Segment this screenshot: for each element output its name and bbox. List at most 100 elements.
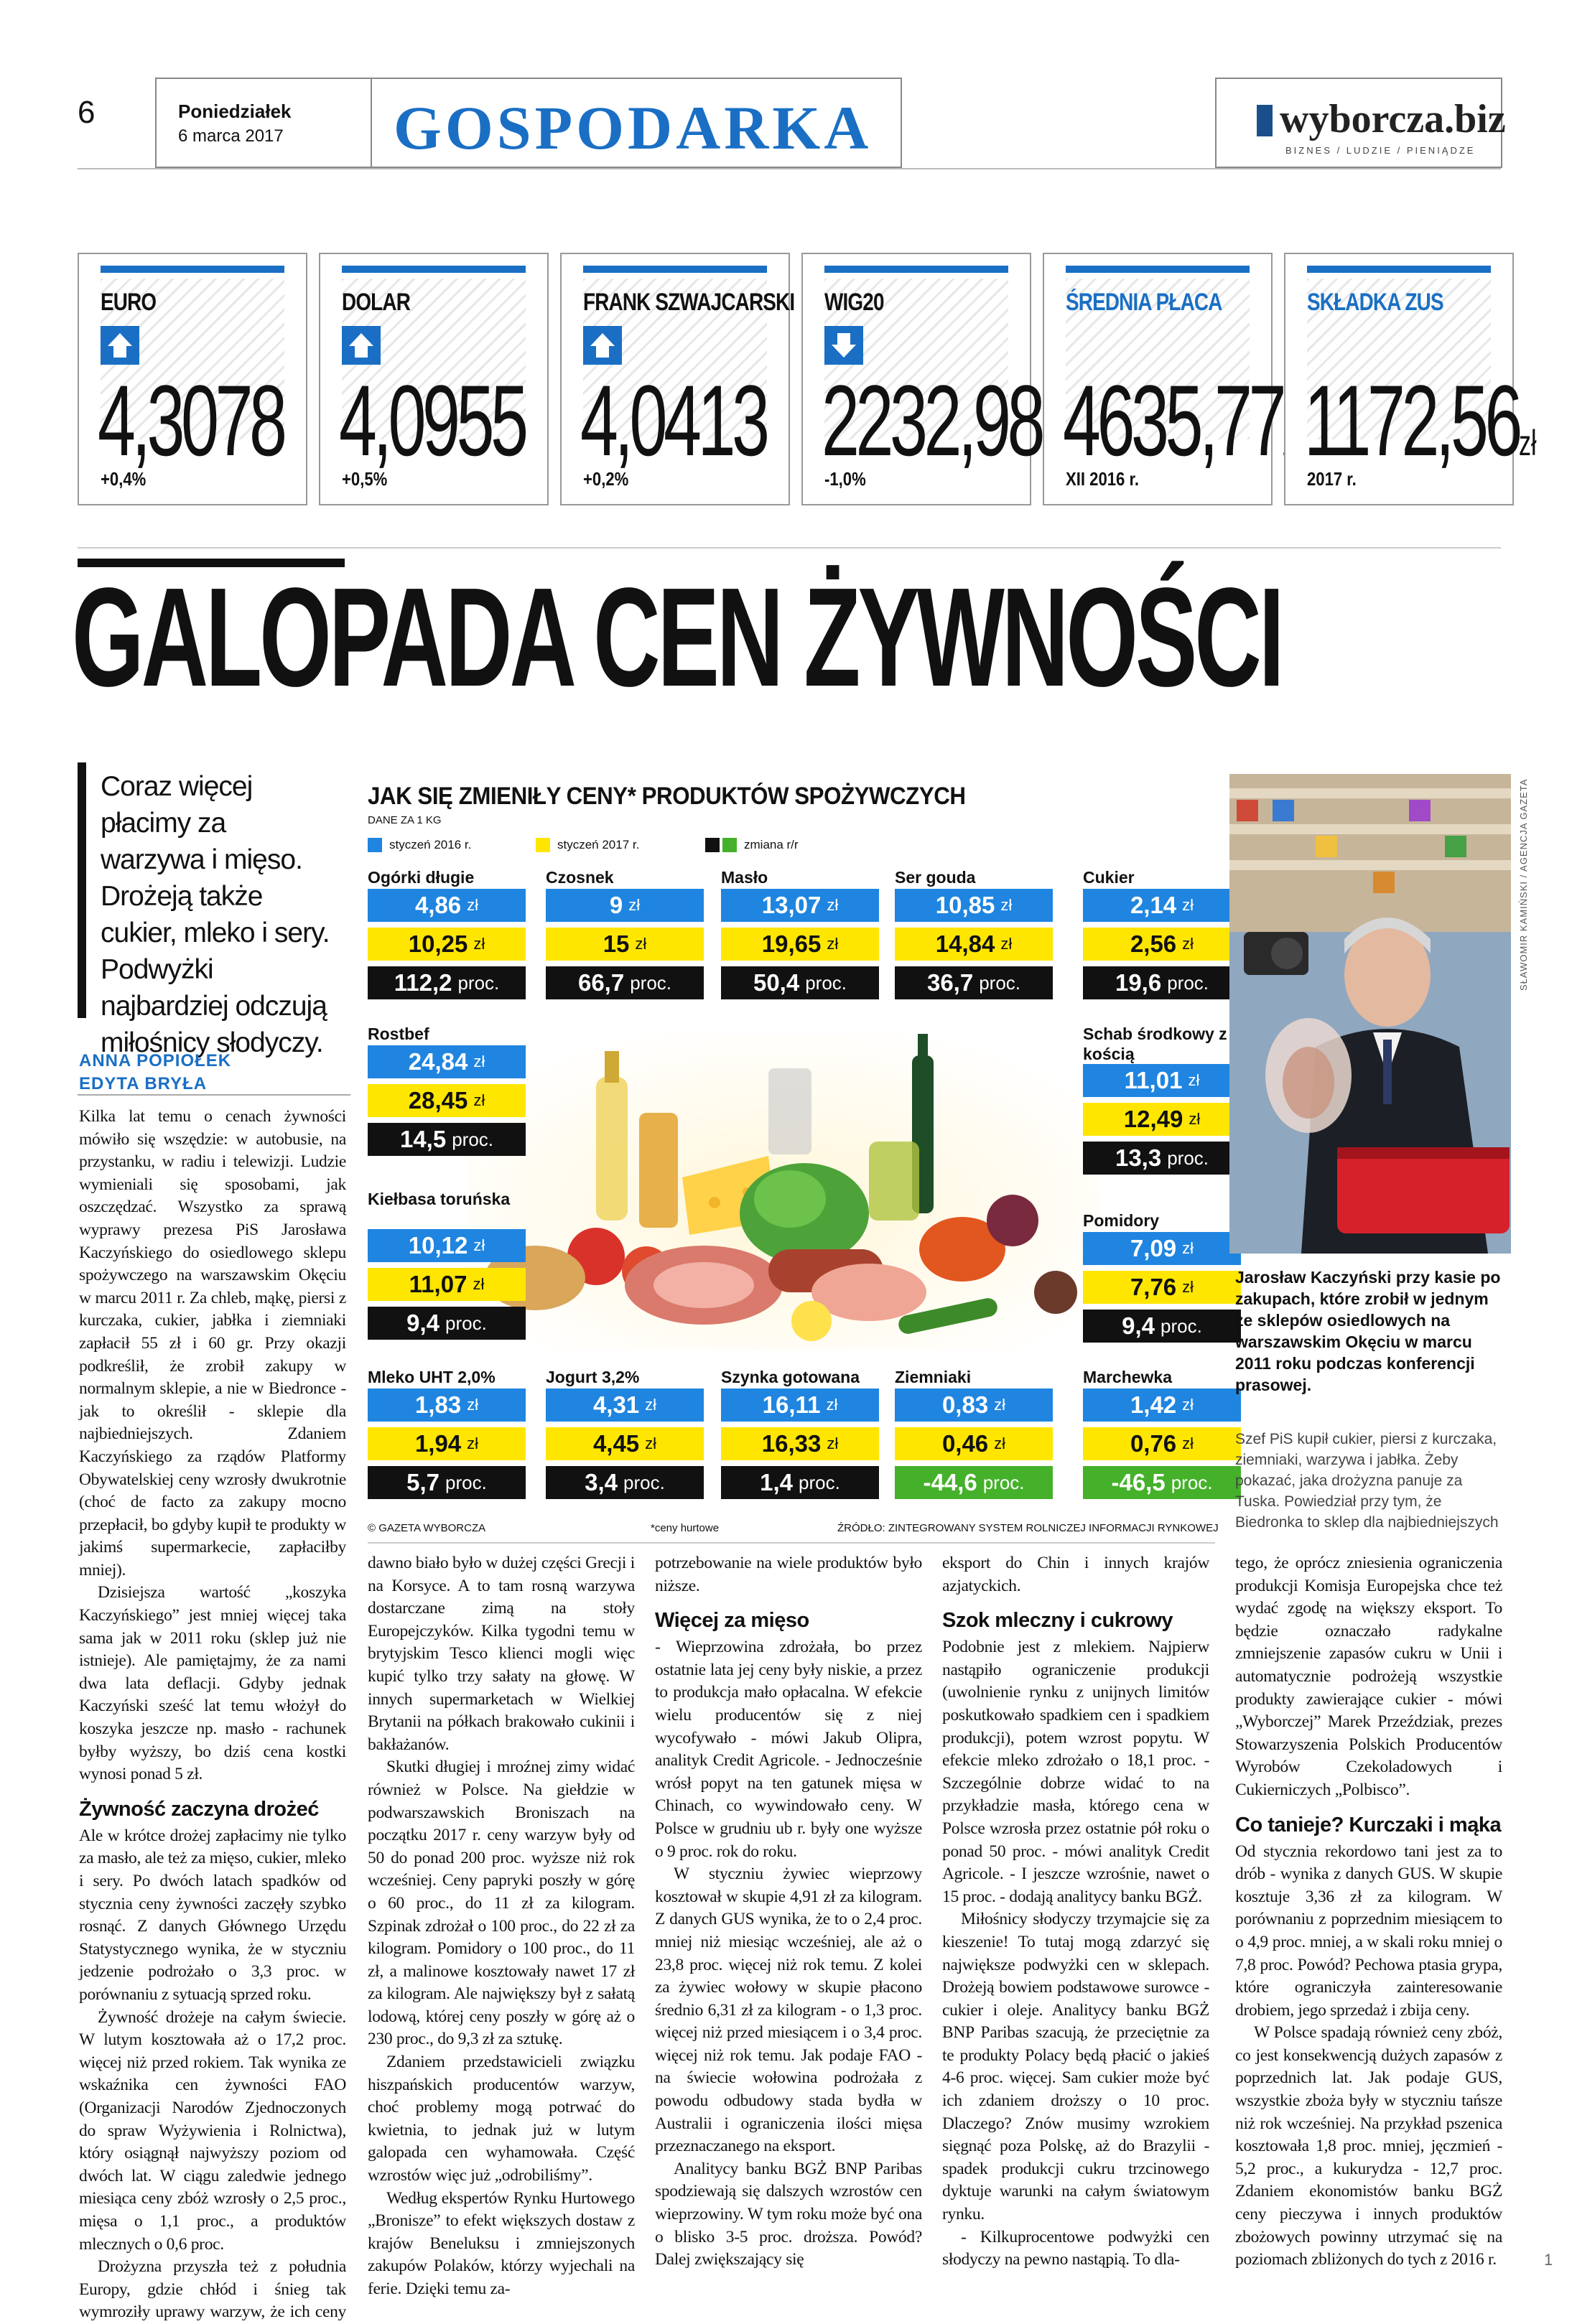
- percent-label: proc.: [452, 1128, 494, 1150]
- percent-label: proc.: [805, 971, 847, 994]
- card-accent-bar: [1307, 266, 1491, 273]
- currency-label: zł: [473, 1091, 485, 1109]
- price-2016: 4,86: [414, 892, 462, 918]
- currency-label: zł: [467, 1396, 479, 1414]
- product-price-block: Rostbef 24,84 zł 28,45 zł 14,5 proc.: [368, 1024, 526, 1162]
- price-2016-box: 4,31 zł: [546, 1389, 704, 1422]
- price-2016: 4,31: [592, 1391, 640, 1418]
- price-2016: 1,42: [1130, 1391, 1177, 1418]
- price-2016-box: 10,12 zł: [368, 1229, 526, 1262]
- price-change: 9,4: [1122, 1312, 1155, 1339]
- currency-label: zł: [1182, 1396, 1194, 1414]
- currency-label: zł: [827, 896, 839, 914]
- ticker-card: DOLAR 4,0955 +0,5%: [319, 253, 549, 505]
- up-arrow-icon: [583, 326, 622, 365]
- price-2017-box: 11,07 zł: [368, 1268, 526, 1301]
- ticker-card: FRANK SZWAJCARSKI 4,0413 +0,2%: [560, 253, 795, 505]
- paragraph: W Polsce spadają również ceny zbóż, co j…: [1235, 2023, 1502, 2269]
- price-2017: 7,76: [1130, 1274, 1177, 1300]
- product-name: Mleko UHT 2,0%: [368, 1368, 496, 1386]
- price-2016-box: 2,14 zł: [1083, 889, 1241, 922]
- price-2016-box: 24,84 zł: [368, 1045, 526, 1078]
- ticker-value: 4635,77zł: [1063, 370, 1301, 471]
- ticker-change: +0,2%: [583, 468, 629, 490]
- paragraph: tego, że oprócz zniesienia ograniczenia …: [1235, 1554, 1502, 1799]
- legend-item-2017: styczeń 2017 r.: [536, 836, 639, 854]
- ticker-change: +0,4%: [101, 468, 146, 490]
- price-2017-box: 12,49 zł: [1083, 1103, 1241, 1136]
- price-change: 50,4: [753, 969, 800, 996]
- ticker-label: SKŁADKA ZUS: [1307, 289, 1444, 316]
- price-change-box: 66,7 proc.: [546, 966, 704, 999]
- percent-label: proc.: [1167, 971, 1209, 994]
- up-arrow-icon: [101, 326, 139, 365]
- currency-label: zł: [994, 1396, 1006, 1414]
- ticker-label: EURO: [101, 289, 157, 316]
- product-name: Rostbef: [368, 1025, 429, 1043]
- currency-label: zł: [1182, 1434, 1194, 1452]
- product-price-block: Ser gouda 10,85 zł 14,84 zł 36,7 proc.: [895, 867, 1053, 1005]
- percent-label: proc.: [982, 1471, 1025, 1493]
- section-title: GOSPODARKA: [394, 93, 873, 162]
- currency-label: zł: [826, 1396, 838, 1414]
- paragraph: Zdaniem przedstawicieli związku hiszpańs…: [368, 2053, 635, 2185]
- currency-label: zł: [827, 1434, 839, 1452]
- paragraph: Dzisiejsza wartość „koszyka Kaczyńskiego…: [79, 1583, 346, 1784]
- ticker-unit: zł: [1518, 423, 1537, 463]
- paragraph: Podobnie jest z mlekiem. Najpierw nastąp…: [942, 1638, 1209, 1906]
- percent-label: proc.: [1161, 1315, 1202, 1337]
- author-name: EDYTA BRYŁA: [79, 1074, 208, 1093]
- currency-label: zł: [1000, 935, 1013, 953]
- price-2017-box: 4,45 zł: [546, 1427, 704, 1460]
- photo-caption-secondary: Szef PiS kupił cukier, piersi z kurczaka…: [1235, 1431, 1499, 1531]
- product-price-block: Ziemniaki 0,83 zł 0,46 zł -44,6 proc.: [895, 1367, 1053, 1505]
- ticker-value: 2232,98: [822, 370, 1045, 471]
- product-price-block: Masło 13,07 zł 19,65 zł 50,4 proc.: [721, 867, 879, 1005]
- currency-label: zł: [1182, 1239, 1194, 1257]
- ticker-label: ŚREDNIA PŁACA: [1066, 289, 1222, 316]
- currency-label: zł: [473, 935, 485, 953]
- product-price-block: Pomidory 7,09 zł 7,76 zł 9,4 proc.: [1083, 1210, 1241, 1348]
- ticker-number: 2232,98: [822, 364, 1045, 477]
- price-2016: 11,01: [1124, 1067, 1183, 1093]
- product-name: Ziemniaki: [895, 1368, 972, 1386]
- infographic-rule: [368, 1542, 1215, 1544]
- article-authors: ANNA POPIOŁEK EDYTA BRYŁA: [79, 1050, 231, 1096]
- paragraph: Od stycznia rekordowo tani jest za to dr…: [1235, 1842, 1502, 2020]
- percent-label: proc.: [623, 1471, 665, 1493]
- price-change: 14,5: [399, 1126, 447, 1152]
- price-change-box: 1,4 proc.: [721, 1466, 879, 1499]
- price-2017: 28,45: [408, 1087, 468, 1114]
- article-column-2: dawno biało było w dużej części Grecji i…: [368, 1552, 635, 2301]
- page-number: 6: [78, 95, 96, 130]
- price-2017-box: 15 zł: [546, 928, 704, 961]
- infographic-subtitle: DANE ZA 1 KG: [368, 814, 442, 826]
- author-name: ANNA POPIOŁEK: [79, 1051, 232, 1070]
- price-change-box: 13,3 proc.: [1083, 1142, 1241, 1175]
- price-2016: 16,11: [762, 1391, 821, 1418]
- ticker-value: 1172,56zł: [1304, 370, 1537, 471]
- currency-label: zł: [473, 1275, 485, 1293]
- product-name: Schab środkowy z kością: [1083, 1025, 1227, 1063]
- price-change: 13,3: [1115, 1144, 1162, 1171]
- price-2016: 10,12: [408, 1232, 468, 1259]
- paragraph: - Kilkuprocentowe podwyżki cen słodyczy …: [942, 2227, 1209, 2269]
- paragraph: Żywność drożeje na całym świecie. W luty…: [79, 2007, 346, 2254]
- percent-label: proc.: [445, 1471, 487, 1493]
- product-name: Masło: [721, 868, 768, 887]
- price-2017-box: 7,76 zł: [1083, 1271, 1241, 1304]
- paragraph: W styczniu żywiec wieprzowy kosztował w …: [655, 1865, 922, 2156]
- currency-label: zł: [1189, 1110, 1201, 1128]
- logo-tagline: BIZNES / LUDZIE / PIENIĄDZE: [1285, 145, 1476, 156]
- paragraph: eksport do Chin i innych krajów azjatyck…: [942, 1554, 1209, 1595]
- article-column-4: eksport do Chin i innych krajów azjatyck…: [942, 1552, 1209, 2272]
- paragraph: Miłośnicy słodyczy trzymajcie się za kie…: [942, 1910, 1209, 2224]
- price-change-box: 19,6 proc.: [1083, 966, 1241, 999]
- price-2017: 11,07: [409, 1271, 468, 1297]
- price-change: 112,2: [394, 969, 452, 996]
- currency-label: zł: [994, 1434, 1006, 1452]
- issue-day: Poniedziałek: [178, 101, 292, 122]
- paragraph: - Wieprzowina zdrożała, bo przez ostatni…: [655, 1638, 922, 1861]
- currency-label: zł: [1000, 896, 1013, 914]
- percent-label: proc.: [457, 971, 500, 994]
